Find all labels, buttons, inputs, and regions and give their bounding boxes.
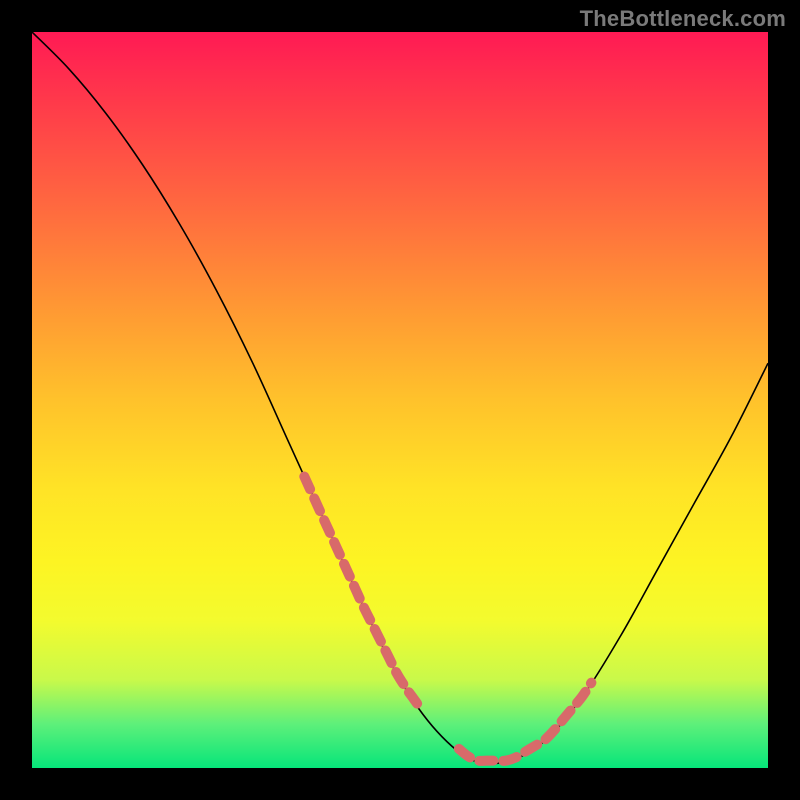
plot-area	[32, 32, 768, 768]
watermark-text: TheBottleneck.com	[580, 6, 786, 32]
highlight-left-dashed	[304, 477, 422, 711]
chart-frame: TheBottleneck.com	[0, 0, 800, 800]
highlight-right-dashed	[459, 683, 592, 761]
curve-svg	[32, 32, 768, 768]
bottleneck-curve	[32, 32, 768, 764]
